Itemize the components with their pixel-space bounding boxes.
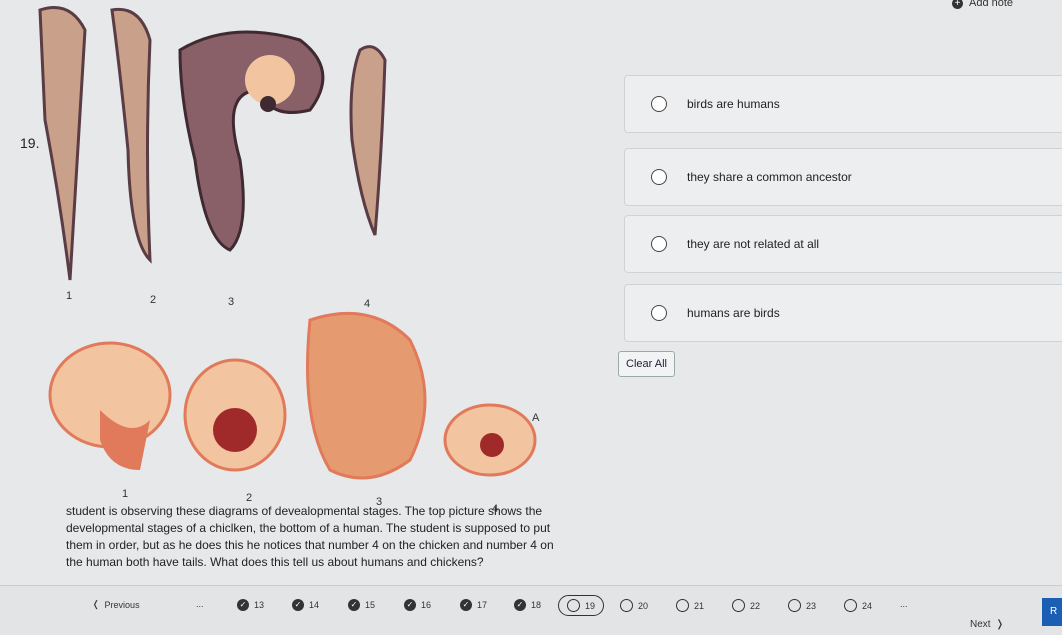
next-button[interactable]: Next ❭	[970, 619, 1004, 630]
add-note-button[interactable]: + Add note	[952, 0, 1013, 9]
plus-icon: +	[952, 0, 963, 9]
ellipsis: ...	[900, 599, 908, 609]
chicken-label-3: 3	[228, 296, 235, 308]
question-15[interactable]: ✓ 15	[348, 599, 375, 611]
question-21[interactable]: 21	[676, 599, 704, 612]
radio-button[interactable]	[651, 96, 667, 112]
radio-button[interactable]	[651, 305, 667, 321]
ellipsis: ...	[196, 599, 204, 609]
clear-all-button[interactable]: Clear All	[618, 351, 675, 377]
circle-icon	[788, 599, 801, 612]
question-18[interactable]: ✓ 18	[514, 599, 541, 611]
check-icon: ✓	[460, 599, 472, 611]
check-icon: ✓	[237, 599, 249, 611]
human-embryos	[48, 311, 537, 480]
circle-icon	[844, 599, 857, 612]
option-humans-are-birds[interactable]: humans are birds	[624, 284, 1062, 342]
tail-label: A	[532, 412, 540, 424]
question-13[interactable]: ✓ 13	[237, 599, 264, 611]
circle-icon	[620, 599, 633, 612]
option-not-related[interactable]: they are not related at all	[624, 215, 1062, 273]
radio-button[interactable]	[651, 169, 667, 185]
check-icon: ✓	[404, 599, 416, 611]
chicken-label-1: 1	[66, 290, 73, 302]
review-button[interactable]: R	[1042, 598, 1062, 626]
previous-button[interactable]: ❬ Previous	[92, 599, 140, 610]
chicken-label-2: 2	[150, 294, 157, 306]
check-icon: ✓	[292, 599, 304, 611]
chicken-embryos	[38, 6, 387, 281]
question-16[interactable]: ✓ 16	[404, 599, 431, 611]
radio-button[interactable]	[651, 236, 667, 252]
chevron-left-icon: ❬	[92, 599, 100, 609]
question-text: student is observing these diagrams of d…	[66, 504, 554, 569]
chevron-right-icon: ❭	[995, 619, 1004, 630]
question-22[interactable]: 22	[732, 599, 760, 612]
embryo-illustration	[38, 6, 537, 480]
option-common-ancestor[interactable]: they share a common ancestor	[624, 148, 1062, 206]
question-14[interactable]: ✓ 14	[292, 599, 319, 611]
check-icon: ✓	[514, 599, 526, 611]
embryo-diagram: 1 2 3 4 1 2 3 A 4	[30, 0, 590, 515]
circle-icon	[676, 599, 689, 612]
question-24[interactable]: 24	[844, 599, 872, 612]
question-20[interactable]: 20	[620, 599, 648, 612]
check-icon: ✓	[348, 599, 360, 611]
question-navigation: ❬ Previous ... ✓ 13 ✓ 14 ✓ 15 ✓ 16 ✓ 17 ✓ 18 19…	[0, 585, 1062, 635]
circle-icon	[732, 599, 745, 612]
chicken-label-4: 4	[364, 298, 371, 310]
question-19-current[interactable]: 19	[558, 595, 605, 616]
human-label-1: 1	[122, 488, 129, 500]
question-23[interactable]: 23	[788, 599, 816, 612]
question-17[interactable]: ✓ 17	[460, 599, 487, 611]
option-birds-are-humans[interactable]: birds are humans	[624, 75, 1062, 133]
circle-icon	[567, 599, 580, 612]
